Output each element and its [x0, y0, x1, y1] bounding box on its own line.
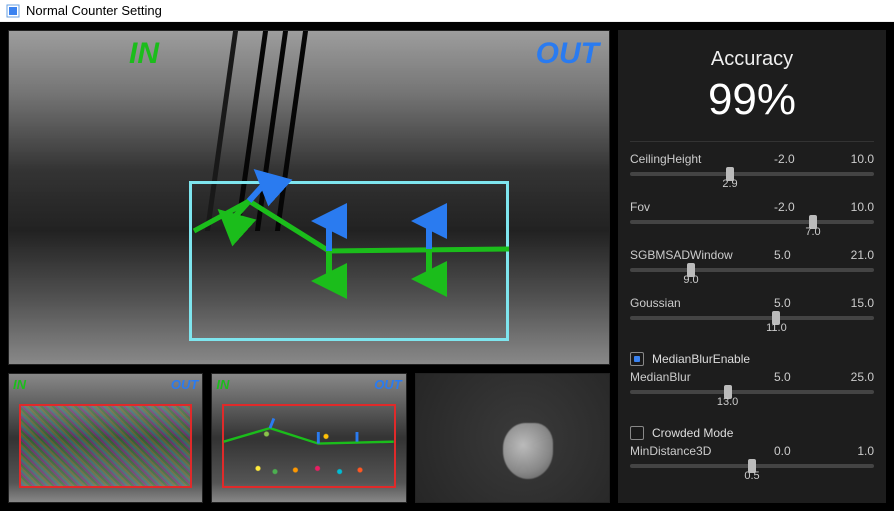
accuracy-block: Accuracy 99% [630, 38, 874, 142]
slider-ceiling-height: CeilingHeight -2.0 10.0 2.9 [630, 152, 874, 190]
checkbox-crowded-mode[interactable]: Crowded Mode [630, 426, 874, 440]
slider-value: 9.0 [671, 274, 711, 286]
main-content: IN OUT [0, 22, 894, 511]
slider-label: Goussian [630, 296, 774, 310]
slider-label: Fov [630, 200, 774, 214]
depth-view[interactable] [415, 373, 610, 503]
slider-label: MinDistance3D [630, 444, 774, 458]
slider-track[interactable] [630, 268, 874, 272]
optical-flow-view[interactable]: IN OUT [8, 373, 203, 503]
slider-min: 5.0 [774, 248, 824, 262]
thumbnail-row: IN OUT IN OUT [8, 373, 610, 503]
tracked-points-overlay [224, 406, 393, 486]
slider-track[interactable] [630, 220, 874, 224]
accuracy-value: 99% [630, 75, 874, 125]
slider-track[interactable] [630, 316, 874, 320]
checkbox-icon[interactable] [630, 352, 644, 366]
in-label: IN [216, 377, 229, 392]
slider-min: 5.0 [774, 370, 824, 384]
window-titlebar: Normal Counter Setting [0, 0, 894, 22]
slider-max: 10.0 [824, 152, 874, 166]
checkbox-median-blur-enable[interactable]: MedianBlurEnable [630, 352, 874, 366]
slider-label: SGBMSADWindow [630, 248, 774, 262]
tracking-view[interactable]: IN OUT [211, 373, 406, 503]
camera-views-column: IN OUT [8, 30, 610, 503]
slider-label: CeilingHeight [630, 152, 774, 166]
slider-track[interactable] [630, 172, 874, 176]
slider-max: 21.0 [824, 248, 874, 262]
slider-min: -2.0 [774, 152, 824, 166]
app-icon [6, 4, 20, 18]
slider-value: 11.0 [756, 322, 796, 334]
slider-min-distance-3d: MinDistance3D 0.0 1.0 0.5 [630, 444, 874, 482]
slider-label: MedianBlur [630, 370, 774, 384]
accuracy-label: Accuracy [630, 48, 874, 71]
counting-region-box[interactable] [189, 181, 509, 341]
slider-fov: Fov -2.0 10.0 7.0 [630, 200, 874, 238]
slider-value: 13.0 [708, 396, 748, 408]
slider-value: 0.5 [732, 470, 772, 482]
checkbox-icon[interactable] [630, 426, 644, 440]
depth-blob [503, 423, 553, 479]
slider-gaussian: Goussian 5.0 15.0 11.0 [630, 296, 874, 334]
window-title: Normal Counter Setting [26, 3, 162, 18]
settings-panel: Accuracy 99% CeilingHeight -2.0 10.0 2.9… [618, 30, 886, 503]
slider-min: -2.0 [774, 200, 824, 214]
slider-min: 5.0 [774, 296, 824, 310]
slider-max: 15.0 [824, 296, 874, 310]
flow-noise-overlay [21, 406, 190, 486]
slider-median-blur: MedianBlur 5.0 25.0 13.0 [630, 370, 874, 408]
out-label: OUT [536, 37, 599, 71]
slider-track[interactable] [630, 390, 874, 394]
in-label: IN [129, 37, 159, 71]
checkbox-label: MedianBlurEnable [652, 352, 750, 366]
slider-track[interactable] [630, 464, 874, 468]
slider-sgbm-sad-window: SGBMSADWindow 5.0 21.0 9.0 [630, 248, 874, 286]
slider-max: 10.0 [824, 200, 874, 214]
slider-min: 0.0 [774, 444, 824, 458]
out-label: OUT [171, 377, 198, 392]
slider-value: 7.0 [793, 226, 833, 238]
counting-region-box [19, 404, 192, 488]
slider-max: 1.0 [824, 444, 874, 458]
main-camera-view[interactable]: IN OUT [8, 30, 610, 365]
checkbox-label: Crowded Mode [652, 426, 733, 440]
slider-max: 25.0 [824, 370, 874, 384]
counting-region-box [222, 404, 395, 488]
slider-value: 2.9 [710, 178, 750, 190]
out-label: OUT [374, 377, 401, 392]
in-label: IN [13, 377, 26, 392]
